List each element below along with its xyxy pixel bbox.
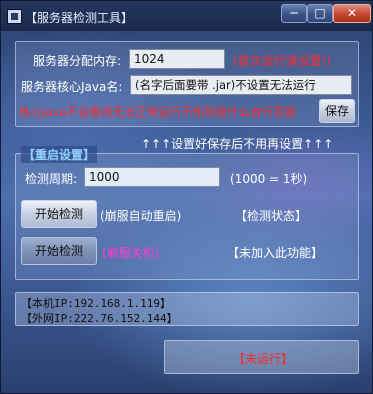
app-icon: [7, 9, 22, 24]
maximize-button[interactable]: □: [307, 4, 333, 23]
close-button[interactable]: ✕: [333, 4, 371, 23]
local-ip: 【本机IP:192.168.1.119】: [21, 297, 171, 310]
auto-restart-note: (崩服自动重启): [100, 209, 182, 223]
not-added-note: 【未加入此功能】: [227, 246, 324, 260]
minimize-button[interactable]: ─: [281, 4, 307, 23]
restart-group-title: 【重启设置】: [21, 146, 98, 163]
start-shutdown-button[interactable]: 开始检测: [21, 237, 97, 265]
period-input[interactable]: 1000: [84, 167, 220, 187]
java-input[interactable]: (名字后面要带 .jar)不设置无法运行: [130, 75, 352, 95]
memory-input[interactable]: 1024: [129, 49, 225, 69]
public-ip: 【外网IP:222.76.152.144】: [21, 312, 178, 325]
java-label: 服务器核心Java名:: [21, 80, 123, 94]
memory-hint: (首次运行请设置!): [233, 54, 332, 68]
save-button[interactable]: 保存: [319, 99, 355, 123]
period-note: (1000 = 1秒): [230, 172, 308, 186]
java-warning: 核心Java不设置则无法正常运行不知到是什么自行百度: [19, 105, 297, 119]
run-status: 【未运行】: [233, 352, 294, 366]
detect-status: 【检测状态】: [235, 209, 308, 223]
start-check-button[interactable]: 开始检测: [21, 200, 97, 228]
window-title: 【服务器检测工具】: [25, 11, 134, 25]
period-label: 检测周期:: [25, 172, 78, 186]
main-window: 【服务器检测工具】 ─ □ ✕ 服务器分配内存: 1024 (首次运行请设置!)…: [0, 0, 373, 394]
shutdown-note: (崩服关机): [102, 246, 160, 260]
title-bar[interactable]: 【服务器检测工具】 ─ □ ✕: [1, 1, 372, 31]
memory-label: 服务器分配内存:: [33, 54, 122, 68]
save-note: ↑↑↑设置好保存后不用再设置↑↑↑: [141, 137, 334, 151]
